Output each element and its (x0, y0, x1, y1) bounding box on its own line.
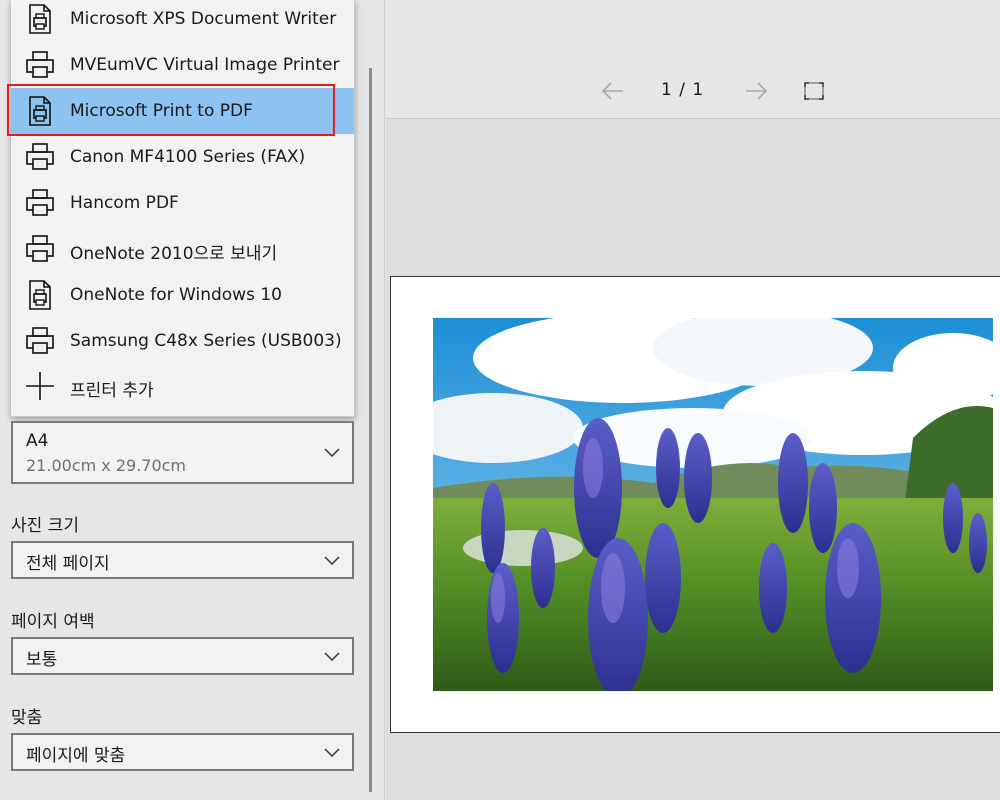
printer-item-onenote-win10[interactable]: OneNote for Windows 10 (11, 272, 354, 318)
add-printer-item[interactable]: 프린터 추가 (11, 363, 354, 409)
printer-item-onenote-2010[interactable]: OneNote 2010으로 보내기 (11, 226, 354, 272)
paper-size-select[interactable]: A4 21.00cm x 29.70cm (11, 421, 354, 484)
margins-select[interactable]: 보통 (11, 637, 354, 675)
printer-item-print-to-pdf[interactable]: Microsoft Print to PDF (11, 88, 354, 134)
margins-value: 보통 (26, 650, 58, 670)
next-page-icon[interactable] (743, 76, 769, 106)
paper-size-value: A4 (26, 431, 49, 451)
photo-size-select[interactable]: 전체 페이지 (11, 541, 354, 579)
printer-item-mveumvc[interactable]: MVEumVC Virtual Image Printer (11, 42, 354, 88)
printer-label: MVEumVC Virtual Image Printer (70, 55, 340, 75)
photo-size-value: 전체 페이지 (26, 554, 110, 574)
preview-divider (386, 118, 1000, 119)
printer-icon (26, 327, 54, 354)
printer-label: Microsoft Print to PDF (70, 101, 253, 121)
printer-item-samsung[interactable]: Samsung C48x Series (USB003) (11, 318, 354, 364)
add-printer-label: 프린터 추가 (70, 381, 154, 401)
paper-size-detail: 21.00cm x 29.70cm (26, 456, 187, 475)
margins-label: 페이지 여백 (11, 612, 95, 632)
fit-label: 맞춤 (11, 708, 43, 728)
printer-item-hancom-pdf[interactable]: Hancom PDF (11, 180, 354, 226)
printer-label: OneNote for Windows 10 (70, 285, 282, 305)
printer-label: Hancom PDF (70, 193, 179, 213)
previous-page-icon[interactable] (600, 76, 626, 106)
document-printer-icon (29, 4, 51, 34)
preview-photo (433, 318, 993, 691)
printer-label: Canon MF4100 Series (FAX) (70, 147, 306, 167)
chevron-down-icon (324, 556, 340, 566)
printer-item-xps[interactable]: Microsoft XPS Document Writer (11, 0, 354, 42)
printer-label: OneNote 2010으로 보내기 (70, 244, 278, 264)
photo-size-label: 사진 크기 (11, 516, 79, 536)
printer-icon (26, 189, 54, 216)
chevron-down-icon (324, 448, 340, 458)
printer-icon (26, 235, 54, 262)
settings-scrollbar[interactable] (369, 68, 372, 792)
page-indicator: 1 / 1 (661, 80, 705, 100)
chevron-down-icon (324, 748, 340, 758)
document-printer-icon (29, 280, 51, 310)
fit-value: 페이지에 맞춤 (26, 746, 126, 766)
plus-icon (26, 372, 54, 400)
panel-divider (384, 0, 385, 800)
document-printer-icon (29, 96, 51, 126)
printer-icon (26, 143, 54, 170)
fit-select[interactable]: 페이지에 맞춤 (11, 733, 354, 771)
printer-icon (26, 51, 54, 78)
printer-label: Samsung C48x Series (USB003) (70, 331, 342, 351)
chevron-down-icon (324, 652, 340, 662)
fullscreen-icon[interactable] (801, 76, 827, 106)
printer-label: Microsoft XPS Document Writer (70, 9, 337, 29)
printer-item-canon-fax[interactable]: Canon MF4100 Series (FAX) (11, 134, 354, 180)
printer-dropdown-list: Microsoft XPS Document Writer MVEumVC Vi… (11, 0, 355, 417)
